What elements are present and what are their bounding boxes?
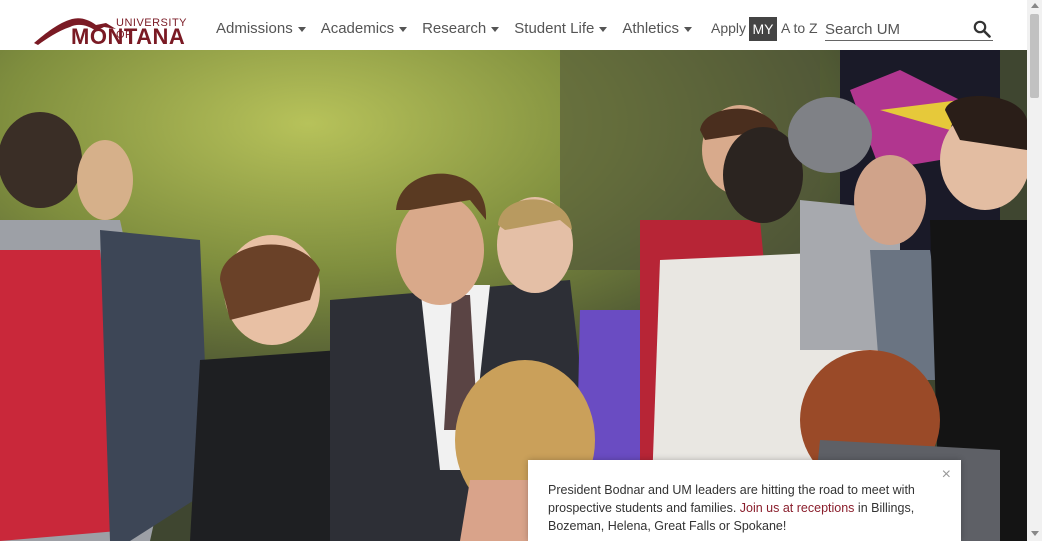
receptions-link[interactable]: Join us at receptions bbox=[740, 501, 855, 515]
nav-athletics[interactable]: Athletics bbox=[622, 20, 693, 37]
nav-admissions-label: Admissions bbox=[216, 20, 293, 37]
logo-line-montana: MONTANA bbox=[71, 24, 186, 49]
nav-student-life-label: Student Life bbox=[514, 20, 595, 37]
caret-down-icon bbox=[491, 27, 500, 32]
nav-admissions[interactable]: Admissions bbox=[216, 20, 306, 37]
caret-down-icon bbox=[399, 27, 408, 32]
nav-athletics-label: Athletics bbox=[622, 20, 680, 37]
a-to-z-link[interactable]: A to Z bbox=[781, 20, 818, 36]
nav-academics-label: Academics bbox=[320, 20, 395, 37]
close-icon[interactable]: × bbox=[942, 466, 951, 484]
search-box bbox=[825, 18, 993, 41]
search-input[interactable] bbox=[825, 18, 965, 40]
scroll-up-arrow-icon[interactable] bbox=[1031, 3, 1039, 8]
scroll-down-arrow-icon[interactable] bbox=[1031, 531, 1039, 536]
caret-down-icon bbox=[297, 27, 306, 32]
search-icon[interactable] bbox=[973, 20, 991, 38]
nav-research-label: Research bbox=[422, 20, 487, 37]
caret-down-icon bbox=[684, 27, 693, 32]
nav-student-life[interactable]: Student Life bbox=[514, 20, 608, 37]
nav-research[interactable]: Research bbox=[422, 20, 500, 37]
alert-message: President Bodnar and UM leaders are hitt… bbox=[548, 481, 928, 535]
scrollbar[interactable] bbox=[1027, 0, 1042, 541]
event-alert: President Bodnar and UM leaders are hitt… bbox=[528, 460, 961, 541]
um-logo[interactable]: UNIVERSITY OF MONTANA bbox=[34, 13, 196, 49]
apply-link[interactable]: Apply bbox=[711, 20, 746, 36]
main-nav: Admissions Academics Research Student Li… bbox=[216, 20, 707, 37]
my-button[interactable]: MY bbox=[749, 17, 777, 41]
scroll-thumb[interactable] bbox=[1030, 14, 1039, 98]
caret-down-icon bbox=[599, 27, 608, 32]
nav-academics[interactable]: Academics bbox=[320, 20, 408, 37]
site-header: UNIVERSITY OF MONTANA Admissions Academi… bbox=[0, 0, 1027, 50]
